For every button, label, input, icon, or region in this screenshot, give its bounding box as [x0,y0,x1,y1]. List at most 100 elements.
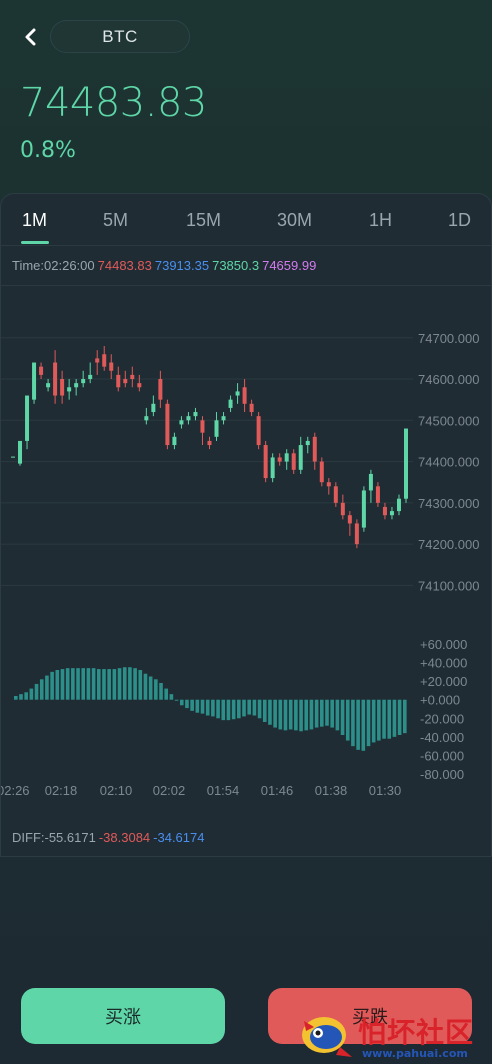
macd-bar [112,669,117,700]
macd-bar [314,699,319,728]
candle [284,453,289,462]
candle [242,387,247,404]
macd-bar [247,699,251,715]
y-tick-label: 74700.000 [418,331,479,346]
candle [389,511,394,516]
page-title: BTC [50,20,190,53]
candle [137,383,142,388]
current-price: 74483.83 [20,80,207,126]
candle [207,440,212,446]
macd-bar [60,669,65,700]
macd-bar [294,699,298,731]
candle [270,457,275,479]
macd-bar [237,699,241,719]
macd-tick-label: -60.000 [420,748,464,763]
buy-down-button[interactable]: 买跌 [268,988,472,1044]
macd-bar [107,669,111,700]
macd-bar [159,683,163,700]
macd-bar [86,668,91,700]
macd-bar [55,670,60,700]
candle [312,436,317,462]
candle [116,374,121,388]
macd-bar [231,699,236,720]
candle [396,498,401,512]
macd-tick-label: +60.000 [420,637,467,652]
candle [347,515,352,524]
candle [25,395,30,441]
candle [193,412,198,417]
macd-bar [50,671,54,700]
macd-bar [392,699,397,737]
macd-bar [179,699,184,706]
macd-tick-label: -40.000 [420,730,464,745]
candle [130,374,135,380]
macd-bar [102,669,106,700]
x-tick-label: 02:10 [100,783,133,798]
macd-tick-label: +40.000 [420,656,467,671]
candle [214,420,219,437]
chevron-left-icon [25,28,36,46]
macd-bar [19,694,23,700]
candle [109,362,114,371]
x-tick-label: 01:30 [369,783,402,798]
price-chart[interactable]: 74700.000 74600.000 74500.000 74400.000 7430… [1,194,491,824]
diff-value-2: -38.3084 [98,830,151,845]
macd-tick-label: -80.000 [420,767,464,782]
macd-bar [122,667,127,700]
candle [123,379,128,384]
candle [340,502,345,516]
macd-bar [81,668,86,700]
candle [81,379,86,384]
macd-bar [39,679,44,700]
macd-bar [356,699,360,750]
diff-readout: DIFF:-55.6171 -38.3084 -34.6174 [12,830,207,845]
macd-bar [138,670,143,700]
macd-bar [211,699,215,717]
candle [95,358,100,363]
candle [67,387,72,392]
macd-bar [242,699,246,717]
macd-bar [169,694,174,700]
macd-bar [128,667,132,700]
macd-bar [174,699,179,701]
x-tick-label: 01:54 [207,783,240,798]
diff-label: DIFF:-55.6171 [12,830,96,845]
buy-up-button[interactable]: 买涨 [21,988,225,1044]
candle [200,420,205,433]
back-button[interactable] [18,22,44,52]
candle [18,440,23,464]
candle [228,399,233,408]
candle [404,428,408,499]
macd-bar [24,692,28,700]
macd-bar [382,699,386,739]
macd-bar [335,699,340,731]
candle [74,383,79,388]
macd-bar [345,699,350,741]
candle [319,461,324,483]
y-tick-label: 74200.000 [418,537,479,552]
candle [32,362,37,400]
candle [382,506,387,516]
macd-bar [76,668,80,700]
macd-bar [377,699,381,741]
candle [172,436,177,446]
candle [277,457,282,462]
macd-bar [205,699,210,716]
macd-bar [262,699,267,722]
macd-tick-label: +0.000 [420,693,460,708]
y-tick-label: 74100.000 [418,578,479,593]
macd-bar [257,699,262,719]
candle [221,416,226,421]
macd-bar [143,673,148,700]
candle [326,482,331,487]
price-change: 0.8% [20,138,76,163]
macd-bar [148,676,153,700]
macd-bar [278,699,283,730]
candle [249,403,254,413]
candle [46,383,51,388]
macd-bar [164,688,169,700]
chart-panel: 1M 5M 15M 30M 1H 1D Time:02:26:00 74483.8… [0,193,492,857]
y-tick-label: 74600.000 [418,372,479,387]
macd-bar [117,668,122,700]
diff-value-3: -34.6174 [153,830,205,845]
